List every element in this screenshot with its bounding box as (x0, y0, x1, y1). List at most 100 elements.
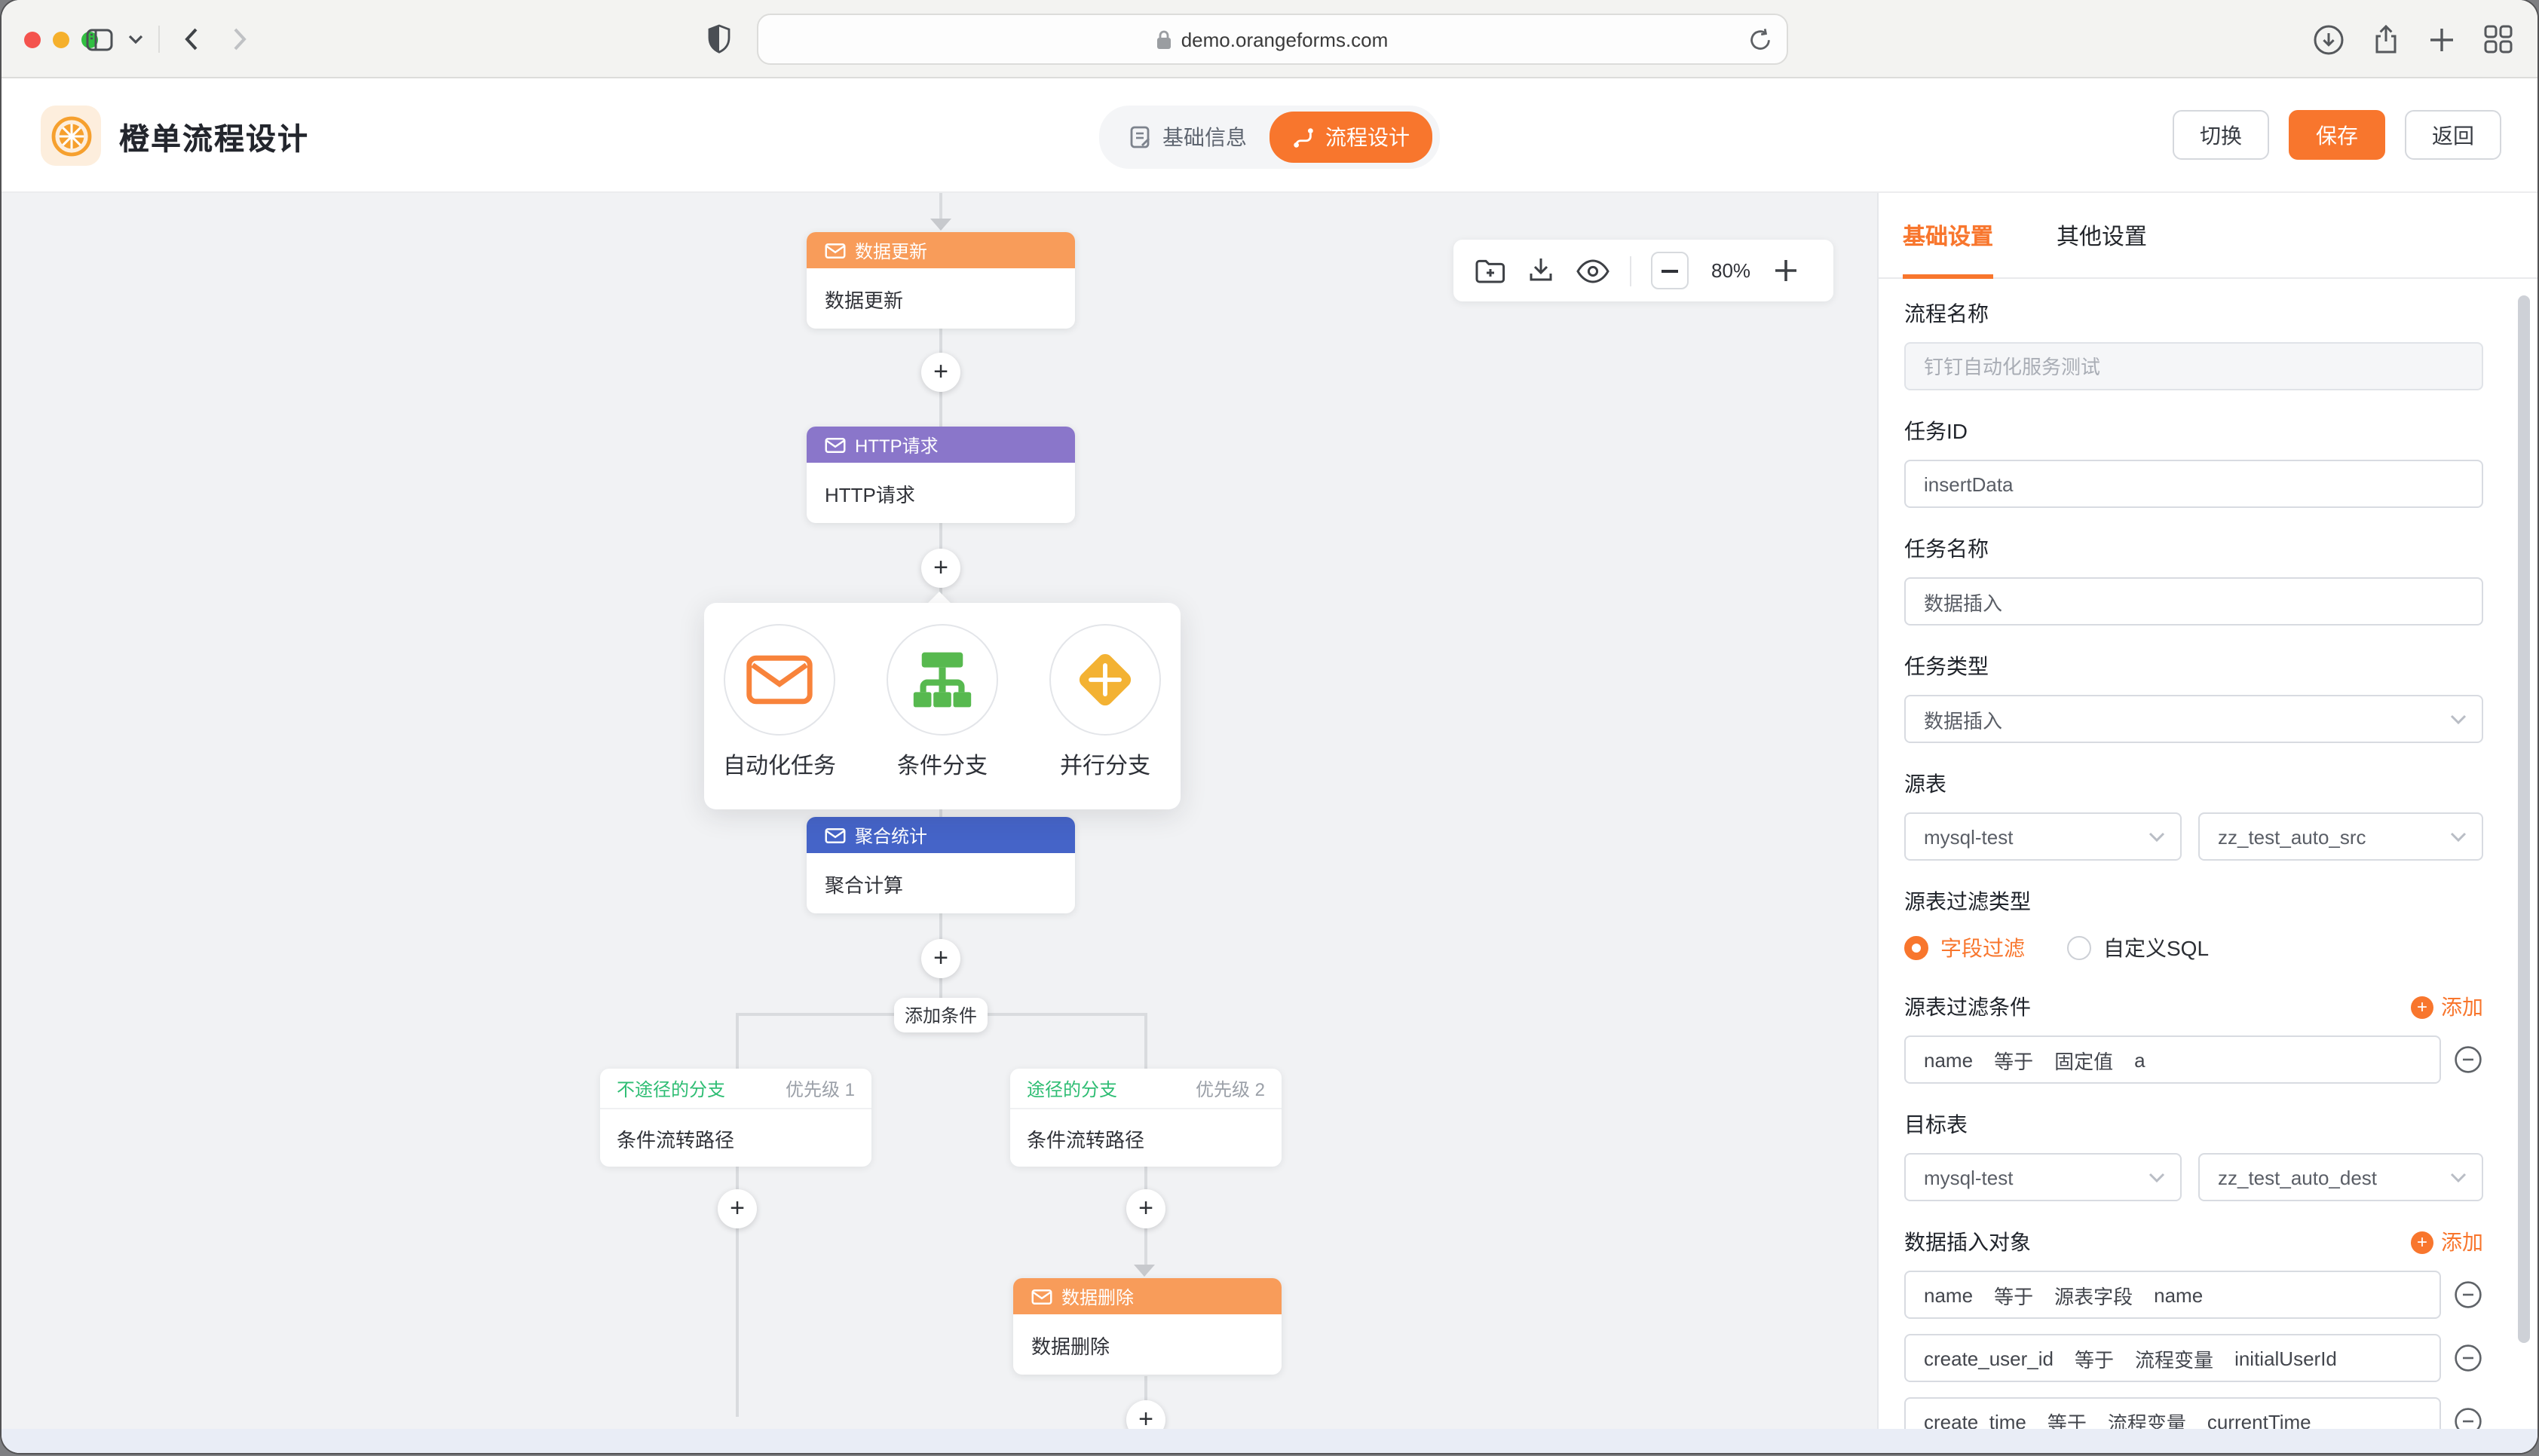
lock-icon (1157, 29, 1172, 49)
tab-other-settings[interactable]: 其他设置 (2057, 192, 2147, 278)
sidebar-icon[interactable] (86, 28, 113, 50)
close-window-button[interactable] (24, 32, 41, 48)
task-name-field[interactable] (1904, 577, 2483, 626)
auto-task-circle[interactable] (724, 624, 835, 736)
toolbar-divider (1630, 255, 1631, 286)
branch-card-not-passed[interactable]: 不途径的分支 优先级 1 条件流转路径 (600, 1069, 871, 1167)
chrome-divider (158, 26, 160, 53)
dest-table-label: 目标表 (1904, 1111, 2483, 1138)
diamond-plus-icon (1070, 645, 1140, 714)
settings-panel: 基础设置 其他设置 流程名称 任务ID 任务名称 任务类型 (1877, 193, 2537, 1453)
chevron-down-icon (2149, 1172, 2165, 1182)
add-folder-icon[interactable] (1475, 257, 1506, 284)
radio-custom-sql[interactable]: 自定义SQL (2067, 933, 2209, 963)
add-node-button[interactable]: + (921, 939, 960, 978)
node-aggregate[interactable]: 聚合统计 聚合计算 (807, 817, 1075, 913)
add-condition-button[interactable]: 添加条件 (894, 998, 988, 1032)
node-title: HTTP请求 (855, 432, 939, 457)
node-title: 数据更新 (855, 237, 927, 263)
radio-field-filter[interactable]: 字段过滤 (1904, 933, 2025, 963)
minimize-window-button[interactable] (53, 32, 69, 48)
page-title: 橙单流程设计 (119, 114, 309, 158)
tab-overview-icon[interactable] (2483, 24, 2513, 54)
forward-icon[interactable] (232, 27, 247, 51)
add-node-button[interactable]: + (1126, 1189, 1165, 1228)
brand: 橙单流程设计 (41, 106, 309, 166)
new-tab-icon[interactable] (2427, 25, 2456, 54)
plus-circle-icon: + (2411, 1231, 2433, 1253)
panel-body: 流程名称 任务ID 任务名称 任务类型 数据插入 (1879, 279, 2537, 1453)
sidebar-chevron-icon[interactable] (128, 35, 143, 44)
task-id-field[interactable] (1904, 460, 2483, 508)
save-button[interactable]: 保存 (2289, 110, 2385, 160)
connector-line (939, 193, 942, 220)
downloads-icon[interactable] (2313, 23, 2345, 55)
tree-branch-icon (909, 650, 975, 710)
header-actions: 切换 保存 返回 (2173, 110, 2501, 160)
remove-row-icon[interactable] (2453, 1045, 2483, 1075)
tab-flow-design-label: 流程设计 (1325, 122, 1410, 152)
add-node-button[interactable]: + (921, 549, 960, 588)
filter-type-label: 源表过滤类型 (1904, 888, 2483, 915)
parallel-branch-circle[interactable] (1049, 624, 1161, 736)
insert-object-row[interactable]: create_user_id 等于 流程变量 initialUserId (1904, 1334, 2441, 1382)
branch-priority: 优先级 2 (1196, 1075, 1265, 1101)
dest-table-select[interactable]: zz_test_auto_dest (2198, 1153, 2483, 1201)
source-table-select[interactable]: zz_test_auto_src (2198, 812, 2483, 861)
node-label: HTTP请求 (807, 463, 1075, 523)
tab-basic-info-label: 基础信息 (1162, 122, 1247, 152)
remove-row-icon[interactable] (2453, 1343, 2483, 1373)
browser-toolbar-right (2313, 0, 2513, 78)
node-label: 数据删除 (1013, 1314, 1282, 1375)
menu-item-auto-task[interactable]: 自动化任务 (715, 624, 844, 809)
radio-icon (2067, 936, 2091, 960)
connector-line (1144, 1013, 1147, 1069)
tab-flow-design[interactable]: 流程设计 (1270, 112, 1432, 163)
task-type-select[interactable]: 数据插入 (1904, 695, 2483, 743)
radio-icon (1904, 936, 1928, 960)
node-label: 数据更新 (807, 268, 1075, 329)
tab-basic-settings[interactable]: 基础设置 (1903, 192, 1993, 278)
node-data-update[interactable]: 数据更新 数据更新 (807, 232, 1075, 329)
zoom-in-button[interactable] (1773, 258, 1799, 283)
dest-datasource-select[interactable]: mysql-test (1904, 1153, 2182, 1201)
branch-title: 不途径的分支 (617, 1075, 725, 1101)
filter-condition-row[interactable]: name 等于 固定值 a (1904, 1035, 2441, 1084)
branch-priority: 优先级 1 (786, 1075, 855, 1101)
add-node-button[interactable]: + (718, 1189, 757, 1228)
share-icon[interactable] (2372, 23, 2400, 55)
reload-icon[interactable] (1749, 27, 1772, 53)
condition-branch-circle[interactable] (887, 624, 998, 736)
source-datasource-select[interactable]: mysql-test (1904, 812, 2182, 861)
node-http-request[interactable]: HTTP请求 HTTP请求 (807, 427, 1075, 523)
insert-object-row[interactable]: name 等于 源表字段 name (1904, 1271, 2441, 1319)
add-insert-object-button[interactable]: + 添加 (2411, 1227, 2483, 1257)
flow-icon (1292, 126, 1315, 148)
designer-nav: 基础信息 流程设计 (1099, 106, 1440, 169)
screen: demo.orangeforms.com (0, 0, 2539, 1456)
process-name-field[interactable] (1904, 342, 2483, 390)
privacy-shield-icon[interactable] (707, 24, 731, 54)
menu-item-condition-branch[interactable]: 条件分支 (877, 624, 1007, 809)
node-data-delete[interactable]: 数据删除 数据删除 (1013, 1278, 1282, 1375)
preview-eye-icon[interactable] (1576, 258, 1610, 283)
export-download-icon[interactable] (1526, 256, 1556, 285)
switch-button[interactable]: 切换 (2173, 110, 2269, 160)
tab-basic-info[interactable]: 基础信息 (1107, 112, 1270, 163)
connector-line (736, 1013, 739, 1069)
remove-row-icon[interactable] (2453, 1280, 2483, 1310)
browser-chrome: demo.orangeforms.com (2, 0, 2537, 78)
back-icon[interactable] (184, 27, 199, 51)
zoom-out-button[interactable] (1651, 252, 1689, 289)
flow-canvas[interactable]: 数据更新 数据更新 HTTP请求 HTTP请求 聚合统计 聚合计算 (2, 193, 1877, 1453)
envelope-icon (1031, 1288, 1052, 1305)
address-bar[interactable]: demo.orangeforms.com (757, 14, 1788, 65)
add-filter-condition-button[interactable]: + 添加 (2411, 992, 2483, 1022)
add-node-button[interactable]: + (921, 353, 960, 392)
panel-scrollbar[interactable] (2518, 295, 2530, 1343)
back-button[interactable]: 返回 (2405, 110, 2501, 160)
menu-item-parallel-branch[interactable]: 并行分支 (1040, 624, 1170, 809)
zoom-level: 80% (1711, 259, 1750, 282)
branch-card-passed[interactable]: 途径的分支 优先级 2 条件流转路径 (1010, 1069, 1282, 1167)
chevron-down-icon (2450, 714, 2467, 724)
